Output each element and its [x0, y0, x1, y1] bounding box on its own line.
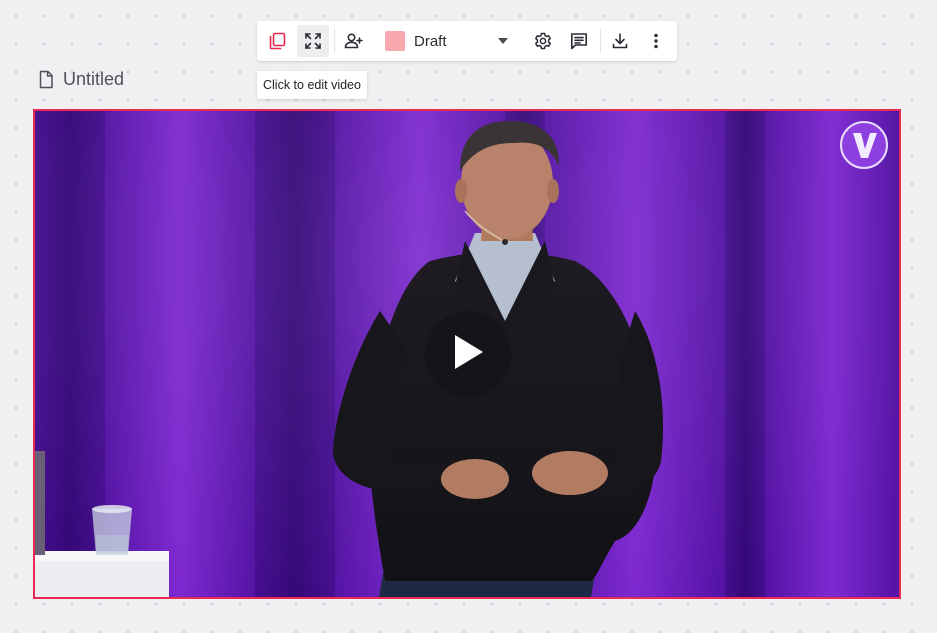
- fullscreen-icon: [304, 32, 322, 50]
- play-icon: [451, 333, 485, 376]
- more-vertical-icon: [653, 32, 659, 50]
- toolbar-divider: [334, 29, 335, 53]
- copy-icon: [268, 32, 286, 50]
- status-label: Draft: [414, 32, 447, 50]
- play-button[interactable]: [425, 311, 511, 397]
- edit-video-tooltip: Click to edit video: [257, 71, 367, 99]
- settings-button[interactable]: [527, 25, 559, 57]
- add-person-button[interactable]: [338, 25, 370, 57]
- video-toolbar: Draft: [257, 21, 677, 61]
- copy-button[interactable]: [261, 25, 293, 57]
- comment-icon: [570, 32, 588, 50]
- settings-icon: [534, 32, 552, 50]
- fullscreen-button[interactable]: [297, 25, 329, 57]
- v-logo-icon: [839, 120, 889, 170]
- document-icon: [38, 70, 54, 89]
- comment-button[interactable]: [563, 25, 595, 57]
- toolbar-divider: [600, 29, 601, 53]
- status-dropdown[interactable]: Draft: [381, 25, 521, 57]
- download-icon: [611, 32, 629, 50]
- chevron-down-icon: [498, 38, 508, 44]
- more-options-button[interactable]: [640, 25, 672, 57]
- document-title[interactable]: Untitled: [38, 67, 124, 91]
- document-title-text: Untitled: [63, 68, 125, 89]
- add-person-icon: [344, 32, 364, 50]
- download-button[interactable]: [604, 25, 636, 57]
- video-player[interactable]: [33, 109, 901, 599]
- status-color-swatch: [385, 31, 405, 51]
